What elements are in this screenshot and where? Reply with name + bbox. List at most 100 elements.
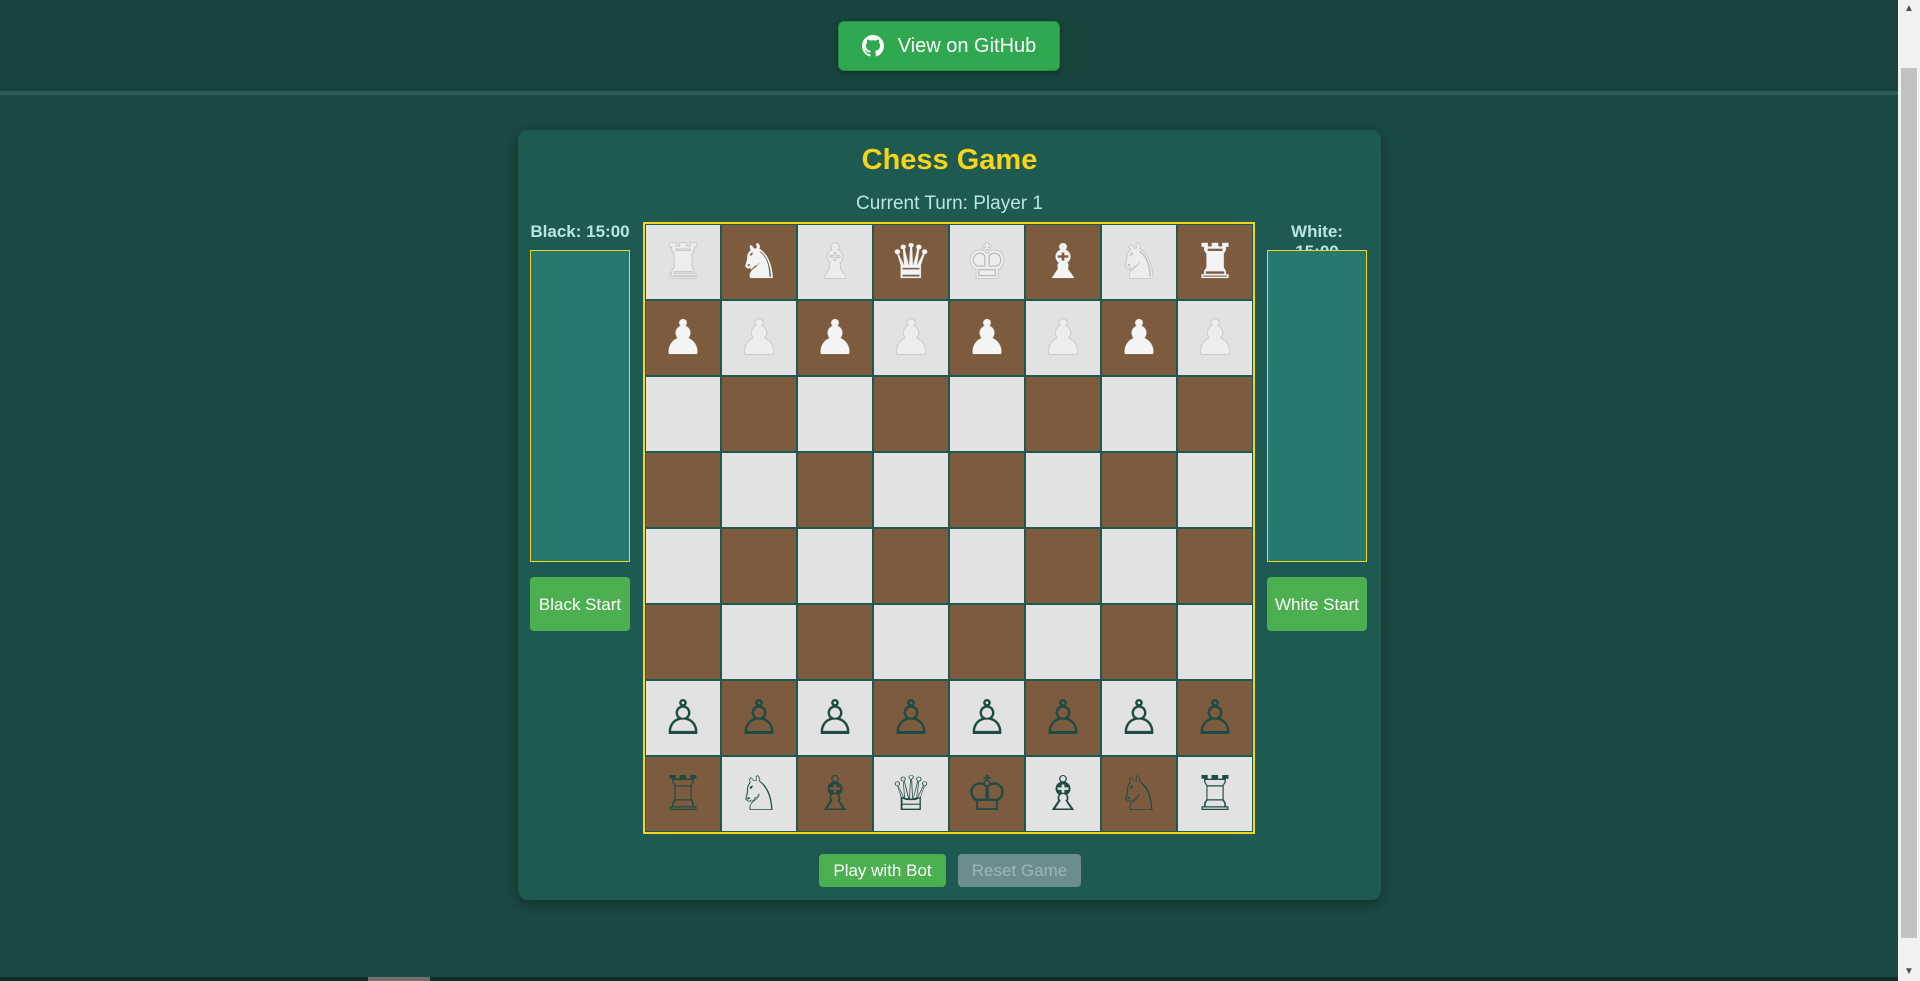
square-d2[interactable]: ♙ — [873, 680, 949, 756]
white-rook-icon[interactable]: ♖ — [661, 770, 704, 818]
black-pawn-icon[interactable]: ♟ — [661, 314, 704, 362]
square-h4[interactable] — [1177, 528, 1253, 604]
square-h7[interactable]: ♟ — [1177, 300, 1253, 376]
square-c3[interactable] — [797, 604, 873, 680]
square-h3[interactable] — [1177, 604, 1253, 680]
black-pawn-icon[interactable]: ♟ — [737, 314, 780, 362]
white-rook-icon[interactable]: ♖ — [1193, 770, 1236, 818]
square-f6[interactable] — [1025, 376, 1101, 452]
white-pawn-icon[interactable]: ♙ — [661, 694, 704, 742]
square-c7[interactable]: ♟ — [797, 300, 873, 376]
black-pawn-icon[interactable]: ♟ — [965, 314, 1008, 362]
square-e6[interactable] — [949, 376, 1025, 452]
square-e8[interactable]: ♚ — [949, 224, 1025, 300]
white-bishop-icon[interactable]: ♗ — [813, 770, 856, 818]
square-f2[interactable]: ♙ — [1025, 680, 1101, 756]
white-pawn-icon[interactable]: ♙ — [1041, 694, 1084, 742]
scroll-down-arrow-icon[interactable]: ▼ — [1898, 963, 1920, 981]
square-e3[interactable] — [949, 604, 1025, 680]
square-h2[interactable]: ♙ — [1177, 680, 1253, 756]
square-c4[interactable] — [797, 528, 873, 604]
square-a8[interactable]: ♜ — [645, 224, 721, 300]
white-pawn-icon[interactable]: ♙ — [889, 694, 932, 742]
square-c1[interactable]: ♗ — [797, 756, 873, 832]
black-rook-icon[interactable]: ♜ — [661, 238, 704, 286]
square-g4[interactable] — [1101, 528, 1177, 604]
white-pawn-icon[interactable]: ♙ — [1193, 694, 1236, 742]
square-f5[interactable] — [1025, 452, 1101, 528]
square-a7[interactable]: ♟ — [645, 300, 721, 376]
square-e5[interactable] — [949, 452, 1025, 528]
square-b1[interactable]: ♘ — [721, 756, 797, 832]
square-g2[interactable]: ♙ — [1101, 680, 1177, 756]
square-g8[interactable]: ♞ — [1101, 224, 1177, 300]
square-d7[interactable]: ♟ — [873, 300, 949, 376]
square-a2[interactable]: ♙ — [645, 680, 721, 756]
black-pawn-icon[interactable]: ♟ — [889, 314, 932, 362]
black-knight-icon[interactable]: ♞ — [1117, 238, 1160, 286]
black-pawn-icon[interactable]: ♟ — [1117, 314, 1160, 362]
square-g7[interactable]: ♟ — [1101, 300, 1177, 376]
square-e1[interactable]: ♔ — [949, 756, 1025, 832]
play-with-bot-button[interactable]: Play with Bot — [819, 854, 946, 887]
white-pawn-icon[interactable]: ♙ — [737, 694, 780, 742]
square-d8[interactable]: ♛ — [873, 224, 949, 300]
white-pawn-icon[interactable]: ♙ — [1117, 694, 1160, 742]
black-pawn-icon[interactable]: ♟ — [813, 314, 856, 362]
square-e4[interactable] — [949, 528, 1025, 604]
horizontal-scrollbar[interactable] — [0, 977, 1898, 981]
square-d1[interactable]: ♕ — [873, 756, 949, 832]
square-d5[interactable] — [873, 452, 949, 528]
square-b6[interactable] — [721, 376, 797, 452]
black-pawn-icon[interactable]: ♟ — [1193, 314, 1236, 362]
square-h8[interactable]: ♜ — [1177, 224, 1253, 300]
square-d6[interactable] — [873, 376, 949, 452]
black-pawn-icon[interactable]: ♟ — [1041, 314, 1084, 362]
square-f1[interactable]: ♗ — [1025, 756, 1101, 832]
scroll-up-arrow-icon[interactable]: ▲ — [1898, 0, 1920, 18]
square-a5[interactable] — [645, 452, 721, 528]
square-h6[interactable] — [1177, 376, 1253, 452]
black-bishop-icon[interactable]: ♝ — [1041, 238, 1084, 286]
square-g1[interactable]: ♘ — [1101, 756, 1177, 832]
square-b4[interactable] — [721, 528, 797, 604]
square-b2[interactable]: ♙ — [721, 680, 797, 756]
square-g3[interactable] — [1101, 604, 1177, 680]
white-start-button[interactable]: White Start — [1267, 577, 1367, 631]
square-d4[interactable] — [873, 528, 949, 604]
view-on-github-button[interactable]: View on GitHub — [838, 21, 1060, 71]
black-knight-icon[interactable]: ♞ — [737, 238, 780, 286]
white-king-icon[interactable]: ♔ — [965, 770, 1008, 818]
square-b3[interactable] — [721, 604, 797, 680]
white-pawn-icon[interactable]: ♙ — [813, 694, 856, 742]
square-f4[interactable] — [1025, 528, 1101, 604]
vertical-scrollbar[interactable]: ▲ ▼ — [1898, 0, 1920, 981]
black-start-button[interactable]: Black Start — [530, 577, 630, 631]
square-f3[interactable] — [1025, 604, 1101, 680]
square-c8[interactable]: ♝ — [797, 224, 873, 300]
black-queen-icon[interactable]: ♛ — [889, 238, 932, 286]
scrollbar-thumb[interactable] — [1901, 68, 1917, 938]
square-a4[interactable] — [645, 528, 721, 604]
square-b5[interactable] — [721, 452, 797, 528]
white-queen-icon[interactable]: ♕ — [889, 770, 932, 818]
square-f8[interactable]: ♝ — [1025, 224, 1101, 300]
square-b7[interactable]: ♟ — [721, 300, 797, 376]
square-h1[interactable]: ♖ — [1177, 756, 1253, 832]
square-c6[interactable] — [797, 376, 873, 452]
square-a1[interactable]: ♖ — [645, 756, 721, 832]
black-bishop-icon[interactable]: ♝ — [813, 238, 856, 286]
square-b8[interactable]: ♞ — [721, 224, 797, 300]
white-knight-icon[interactable]: ♘ — [1117, 770, 1160, 818]
black-king-icon[interactable]: ♚ — [965, 238, 1008, 286]
square-f7[interactable]: ♟ — [1025, 300, 1101, 376]
square-c5[interactable] — [797, 452, 873, 528]
square-e7[interactable]: ♟ — [949, 300, 1025, 376]
horizontal-scrollbar-thumb[interactable] — [368, 977, 430, 981]
square-h5[interactable] — [1177, 452, 1253, 528]
square-c2[interactable]: ♙ — [797, 680, 873, 756]
square-a6[interactable] — [645, 376, 721, 452]
square-g6[interactable] — [1101, 376, 1177, 452]
white-bishop-icon[interactable]: ♗ — [1041, 770, 1084, 818]
square-g5[interactable] — [1101, 452, 1177, 528]
